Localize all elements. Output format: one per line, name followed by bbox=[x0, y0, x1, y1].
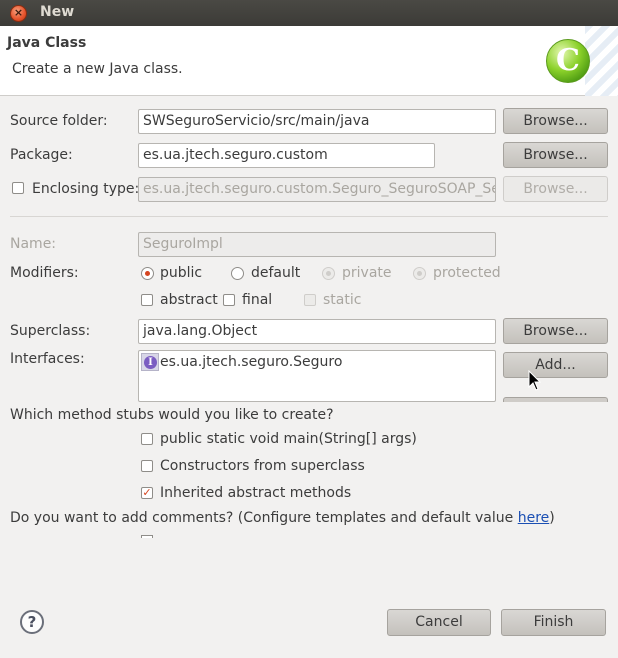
stub-main-label: public static void main(String[] args) bbox=[160, 431, 417, 447]
modifier-static-checkbox bbox=[304, 294, 316, 306]
modifier-default-label: default bbox=[251, 265, 301, 281]
enclosing-type-browse-button: Browse... bbox=[503, 176, 608, 202]
interface-icon: I bbox=[141, 353, 159, 371]
finish-button[interactable]: Finish bbox=[501, 609, 606, 636]
superclass-field[interactable]: java.lang.Object bbox=[138, 319, 496, 344]
java-class-logo-icon: C bbox=[546, 39, 590, 83]
enclosing-type-label: Enclosing type: bbox=[32, 181, 140, 197]
interfaces-add-button[interactable]: Add... bbox=[503, 352, 608, 378]
modifier-abstract-checkbox[interactable] bbox=[141, 294, 153, 306]
name-label: Name: bbox=[10, 236, 57, 252]
superclass-label: Superclass: bbox=[10, 323, 91, 339]
stub-main-checkbox[interactable] bbox=[141, 433, 153, 445]
package-label: Package: bbox=[10, 147, 73, 163]
modifier-final-label: final bbox=[242, 292, 273, 308]
package-browse-button[interactable]: Browse... bbox=[503, 142, 608, 168]
modifier-protected-label: protected bbox=[433, 265, 501, 281]
title-bar bbox=[0, 0, 618, 26]
interfaces-label: Interfaces: bbox=[10, 351, 85, 367]
comments-question-suffix: ) bbox=[549, 510, 555, 526]
interface-list-item[interactable]: es.ua.jtech.seguro.Seguro bbox=[160, 354, 342, 370]
modifier-protected-radio bbox=[413, 267, 426, 280]
interfaces-list[interactable]: I es.ua.jtech.seguro.Seguro bbox=[138, 350, 496, 402]
enclosing-type-checkbox[interactable] bbox=[12, 182, 24, 194]
modifier-public-label: public bbox=[160, 265, 203, 281]
source-folder-browse-button[interactable]: Browse... bbox=[503, 108, 608, 134]
enclosing-type-field: es.ua.jtech.seguro.custom.Seguro_SeguroS… bbox=[138, 177, 496, 202]
modifier-abstract-label: abstract bbox=[160, 292, 218, 308]
banner-title: Java Class bbox=[7, 35, 87, 51]
interface-icon-letter: I bbox=[144, 356, 157, 369]
cancel-button[interactable]: Cancel bbox=[387, 609, 491, 636]
modifier-public-radio[interactable] bbox=[141, 267, 154, 280]
window-title: New bbox=[40, 4, 75, 20]
method-stubs-question: Which method stubs would you like to cre… bbox=[10, 407, 334, 423]
modifier-static-label: static bbox=[323, 292, 362, 308]
configure-templates-link[interactable]: here bbox=[518, 510, 550, 526]
modifiers-label: Modifiers: bbox=[10, 265, 79, 281]
stub-inherited-label: Inherited abstract methods bbox=[160, 485, 352, 501]
package-field[interactable]: es.ua.jtech.seguro.custom bbox=[138, 143, 435, 168]
help-icon[interactable]: ? bbox=[20, 610, 44, 634]
modifier-private-radio bbox=[322, 267, 335, 280]
comments-question: Do you want to add comments? (Configure … bbox=[10, 510, 555, 526]
separator bbox=[10, 216, 608, 217]
name-field: SeguroImpl bbox=[138, 232, 496, 257]
source-folder-field[interactable]: SWSeguroServicio/src/main/java bbox=[138, 109, 496, 134]
mouse-cursor-icon bbox=[528, 370, 542, 391]
comments-question-text: Do you want to add comments? (Configure … bbox=[10, 510, 518, 526]
stub-inherited-checkbox[interactable]: ✓ bbox=[141, 487, 153, 499]
source-folder-label: Source folder: bbox=[10, 113, 108, 129]
interfaces-remove-button[interactable] bbox=[503, 397, 608, 402]
superclass-browse-button[interactable]: Browse... bbox=[503, 318, 608, 344]
modifier-default-radio[interactable] bbox=[231, 267, 244, 280]
header-banner: Java Class Create a new Java class. C bbox=[0, 26, 618, 96]
stub-constructors-checkbox[interactable] bbox=[141, 460, 153, 472]
generate-comments-checkbox[interactable] bbox=[141, 535, 153, 538]
modifier-private-label: private bbox=[342, 265, 392, 281]
stub-constructors-label: Constructors from superclass bbox=[160, 458, 365, 474]
modifier-final-checkbox[interactable] bbox=[223, 294, 235, 306]
close-icon[interactable]: × bbox=[10, 5, 27, 22]
banner-description: Create a new Java class. bbox=[12, 61, 183, 77]
